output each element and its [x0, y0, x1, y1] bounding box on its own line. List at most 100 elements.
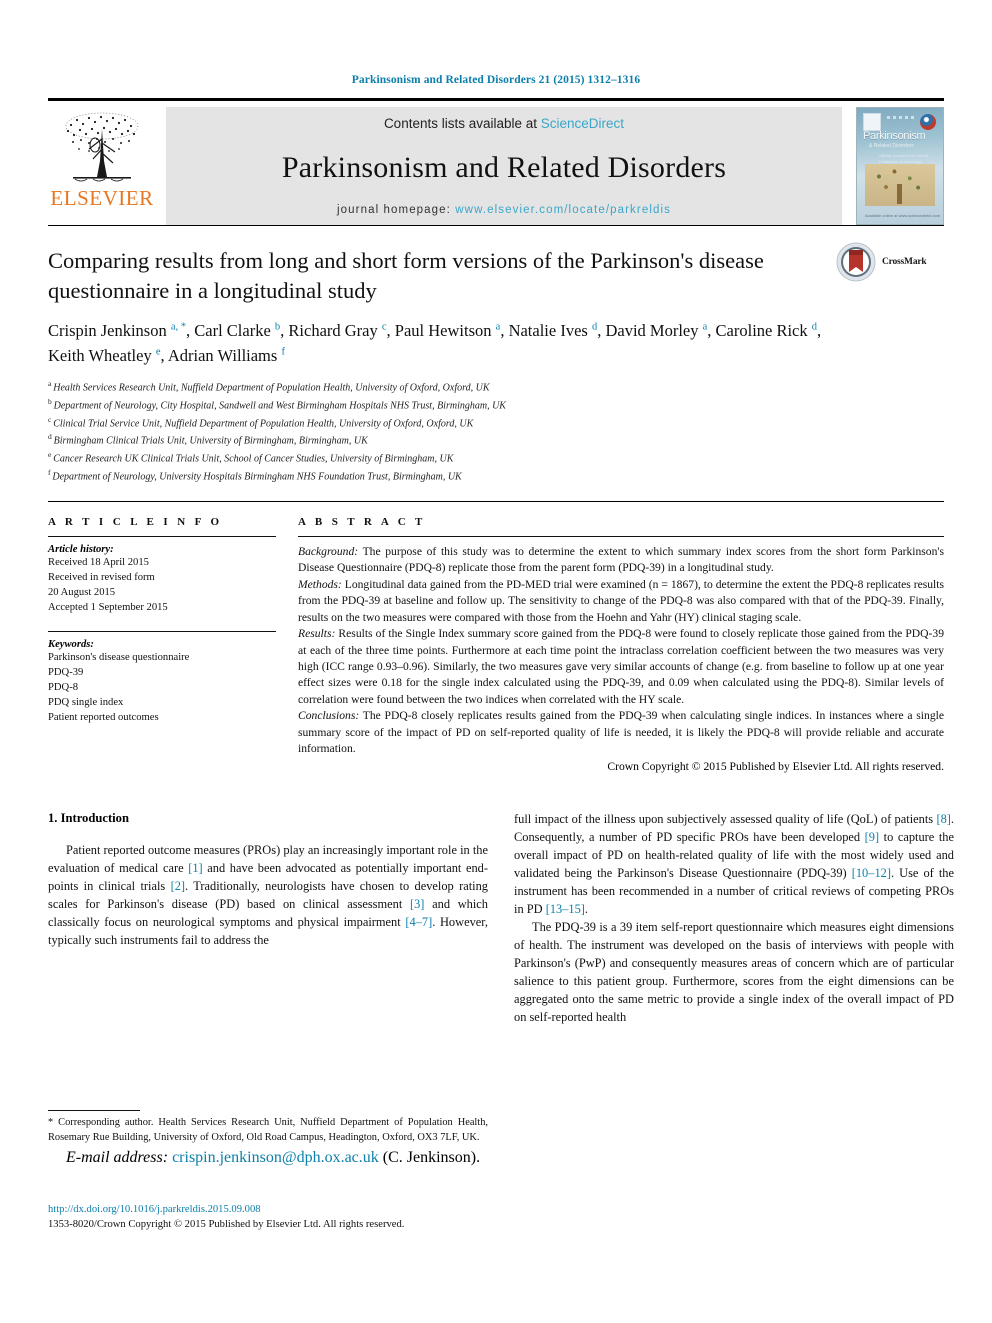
affiliation-text: Department of Neurology, University Hosp… [52, 471, 462, 483]
abstract-section-label: Results: [298, 627, 336, 641]
section-heading-introduction: 1. Introduction [48, 810, 129, 825]
intro-paragraph-left: Patient reported outcome measures (PROs)… [48, 842, 488, 950]
author-name: Crispin Jenkinson [48, 321, 171, 341]
author-affiliation-mark: a, * [170, 321, 187, 333]
keyword-item: Patient reported outcomes [48, 712, 159, 724]
sciencedirect-link[interactable]: ScienceDirect [541, 116, 624, 131]
elsevier-logo: ELSEVIER [48, 107, 156, 225]
intro-paragraph-right-1: full impact of the illness upon subjecti… [514, 811, 954, 919]
abstract-paragraph: Conclusions: The PDQ-8 closely replicate… [298, 708, 944, 757]
affiliation-text: Birmingham Clinical Trials Unit, Univers… [53, 435, 368, 447]
article-history-item: Received 18 April 2015 [48, 556, 149, 568]
page-title: Comparing results from long and short fo… [48, 248, 764, 303]
crossmark-badge[interactable]: CrossMark [836, 240, 944, 284]
keywords-rule [48, 630, 276, 632]
affiliation-list: a Health Services Research Unit, Nuffiel… [48, 378, 944, 485]
running-head: Parkinsonism and Related Disorders 21 (2… [351, 74, 641, 86]
crossmark-icon [836, 242, 876, 282]
affiliation-item: e Cancer Research UK Clinical Trials Uni… [48, 449, 944, 467]
doi-link[interactable]: http://dx.doi.org/10.1016/j.parkreldis.2… [48, 1204, 261, 1215]
author-name: David Morley [605, 321, 703, 341]
affiliation-text: Cancer Research UK Clinical Trials Unit,… [53, 453, 454, 465]
abstract-section-text: The purpose of this study was to determi… [298, 544, 944, 575]
masthead-center: Contents lists available at ScienceDirec… [166, 107, 842, 225]
author-name: Richard Gray [288, 321, 382, 341]
abstract-heading: A B S T R A C T [298, 515, 426, 528]
citation-link[interactable]: [10–12] [852, 866, 891, 880]
paragraph-text: . [584, 901, 589, 916]
email-owner: (C. Jenkinson). [382, 1148, 481, 1166]
abstract-paragraph: Results: Results of the Single Index sum… [298, 626, 944, 708]
keyword-item: PDQ single index [48, 697, 124, 709]
citation-link[interactable]: [13–15] [546, 902, 585, 916]
cover-subtitle: & Related Disorders [869, 143, 914, 149]
citation-link[interactable]: [2] [171, 879, 185, 893]
cover-title: Parkinsonism [863, 130, 926, 142]
affiliation-text: Clinical Trial Service Unit, Nuffield De… [53, 417, 474, 429]
abstract-paragraph: Methods: Longitudinal data gained from t… [298, 577, 944, 626]
citation-link[interactable]: [1] [188, 861, 202, 875]
affiliation-text: Health Services Research Unit, Nuffield … [53, 382, 490, 394]
journal-homepage-link[interactable]: www.elsevier.com/locate/parkreldis [455, 204, 671, 216]
cover-society-badge-icon [920, 114, 936, 130]
article-info-heading: A R T I C L E I N F O [48, 515, 223, 528]
citation-link[interactable]: [4–7] [405, 915, 432, 929]
citation-link[interactable]: [3] [410, 897, 424, 911]
author-separator: , [160, 346, 168, 366]
affiliation-item: d Birmingham Clinical Trials Unit, Unive… [48, 431, 944, 449]
citation-link[interactable]: [8] [936, 812, 950, 826]
author-separator: , [500, 321, 509, 341]
contents-available-line: Contents lists available at ScienceDirec… [384, 116, 624, 131]
abstract-section-label: Methods: [298, 577, 342, 591]
journal-cover-block: Parkinsonism & Related Disorders Officia… [852, 107, 944, 225]
author-separator: , [817, 321, 822, 341]
abstract-section-label: Background: [298, 544, 359, 558]
cover-tree-trunk [897, 184, 902, 204]
abstract-section-text: Longitudinal data gained from the PD-MED… [298, 577, 944, 624]
body-column-right: full impact of the illness upon subjecti… [514, 811, 954, 1231]
article-page: Parkinsonism and Related Disorders 21 (2… [0, 0, 992, 1323]
author-list: Crispin Jenkinson a, *, Carl Clarke b, R… [48, 319, 838, 369]
abstract-copyright: Crown Copyright © 2015 Published by Else… [607, 759, 944, 773]
abstract-column: A B S T R A C T Background: The purpose … [298, 516, 944, 773]
cover-footer-text: Available online at www.sciencedirect.co… [865, 213, 941, 218]
article-history-item: Accepted 1 September 2015 [48, 601, 168, 613]
abstract-section-label: Conclusions: [298, 709, 360, 723]
abstract-paragraph: Background: The purpose of this study wa… [298, 544, 944, 577]
keywords-list: Parkinson's disease questionnaire PDQ-39 P… [48, 650, 276, 725]
author-name: Adrian Williams [167, 346, 282, 366]
elsevier-tree-icon [65, 112, 139, 182]
journal-cover-thumbnail[interactable]: Parkinsonism & Related Disorders Officia… [856, 107, 944, 225]
author-name: Carl Clarke [194, 321, 275, 341]
journal-masthead: ELSEVIER Contents lists available at Sci… [48, 98, 944, 225]
article-info-column: A R T I C L E I N F O Article history: R… [48, 516, 276, 773]
corresponding-author-footnote: * Corresponding author. Health Services … [48, 1110, 488, 1167]
author-separator: , [707, 321, 716, 341]
journal-title: Parkinsonism and Related Disorders [281, 150, 727, 184]
article-history-item: 20 August 2015 [48, 586, 116, 598]
author-name: Caroline Rick [715, 321, 812, 341]
footer-doi-block: http://dx.doi.org/10.1016/j.parkreldis.2… [48, 1202, 488, 1233]
article-info-rule [48, 535, 276, 537]
corresponding-author-text: * Corresponding author. Health Services … [48, 1117, 488, 1143]
affiliation-text: Department of Neurology, City Hospital, … [53, 400, 506, 412]
affiliation-item: b Department of Neurology, City Hospital… [48, 396, 944, 414]
affiliation-item: a Health Services Research Unit, Nuffiel… [48, 378, 944, 396]
paragraph-text: full impact of the illness upon subjecti… [514, 811, 937, 826]
article-history-item: Received in revised form [48, 571, 155, 583]
abstract-body: Background: The purpose of this study wa… [298, 544, 944, 758]
issn-copyright-line: 1353-8020/Crown Copyright © 2015 Publish… [48, 1219, 405, 1231]
citation-link[interactable]: [9] [865, 830, 879, 844]
journal-homepage-line: journal homepage: www.elsevier.com/locat… [337, 204, 671, 216]
author-name: Natalie Ives [508, 321, 592, 341]
abstract-section-text: The PDQ-8 closely replicates results gai… [298, 709, 944, 756]
elsevier-wordmark: ELSEVIER [50, 186, 154, 210]
cover-topline-decoration [887, 116, 915, 119]
author-name: Paul Hewitson [394, 321, 496, 341]
keywords-label: Keywords: [48, 638, 94, 650]
affiliation-item: c Clinical Trial Service Unit, Nuffield … [48, 414, 944, 432]
footnote-rule [48, 1110, 140, 1112]
author-affiliation-mark: f [281, 346, 285, 358]
email-link[interactable]: crispin.jenkinson@dph.ox.ac.uk [172, 1149, 379, 1166]
